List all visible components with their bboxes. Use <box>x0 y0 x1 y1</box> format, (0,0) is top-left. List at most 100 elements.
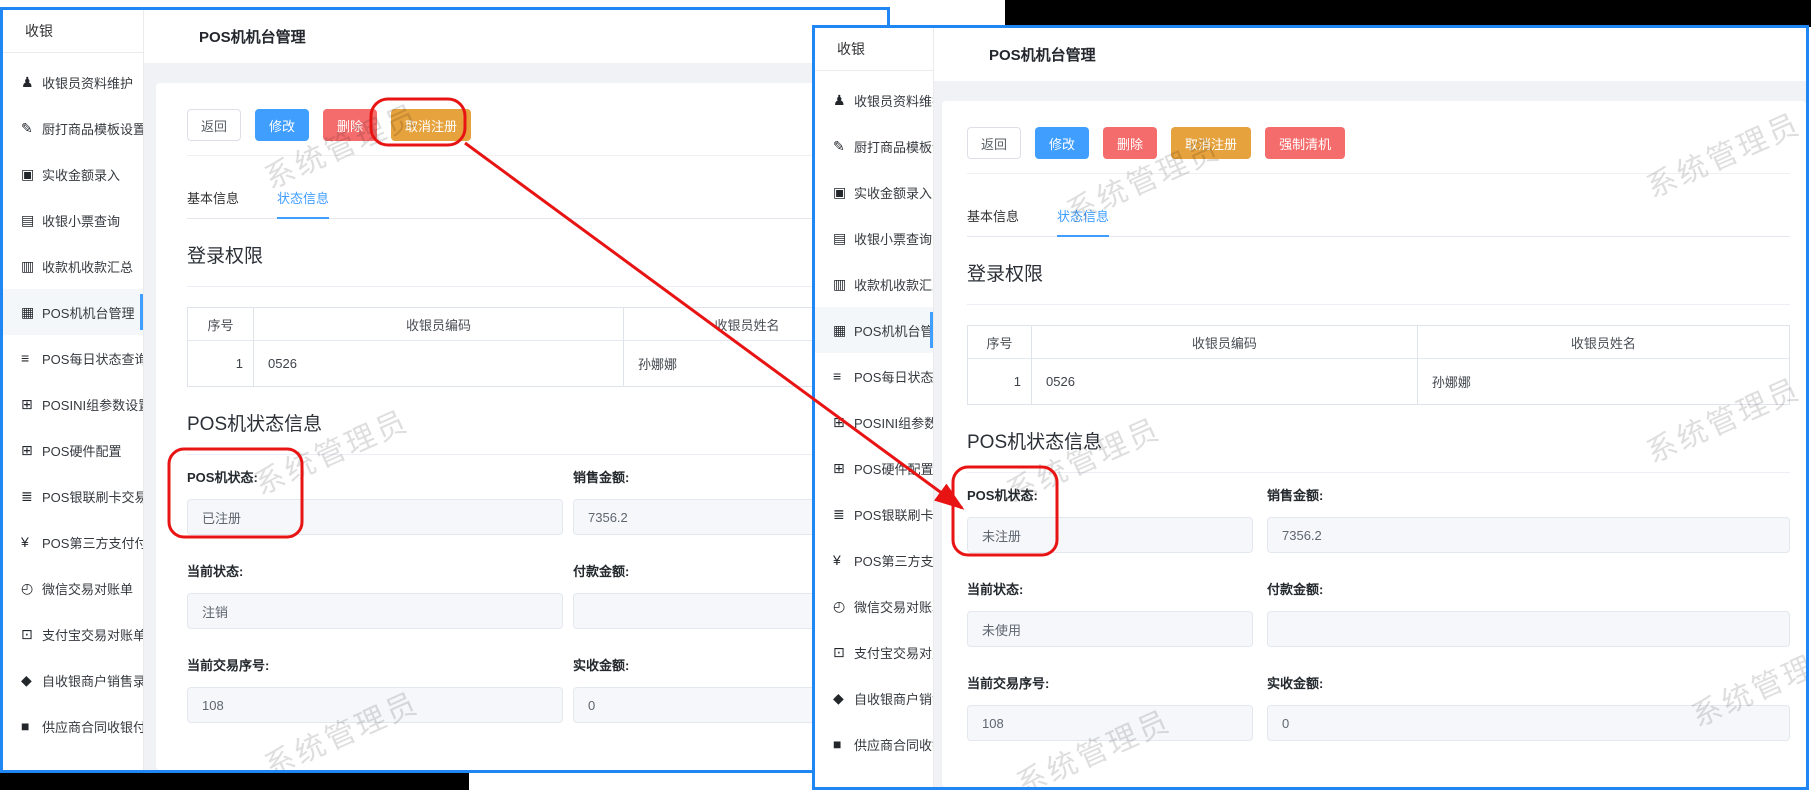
section-login-permission-title: 登录权限 <box>187 246 264 267</box>
sidebar-item-pos-terminal-mgmt[interactable]: ▦ POS机机台管理 <box>815 307 933 353</box>
sidebar-item-pos-daily-status[interactable]: ≡ POS每日状态查询 <box>3 335 143 381</box>
page-title: POS机机台管理 <box>144 10 887 63</box>
cancel-register-button[interactable]: 取消注册 <box>1171 127 1252 159</box>
delete-button[interactable]: 删除 <box>1103 127 1158 159</box>
field-current-status: 当前状态: 注销 <box>187 561 563 629</box>
field-label: 当前交易序号: <box>187 658 270 673</box>
sidebar-item-pos-thirdparty-pay[interactable]: ¥ POS第三方支付付... <box>815 537 933 583</box>
main-area: POS机机台管理 返回 修改 删除 取消注册 基本信息 状态信息 登录权限 序号… <box>144 10 887 770</box>
sidebar-item-label: 实收金额录入 <box>42 167 121 183</box>
sidebar-item-label: POS机机台管理 <box>854 323 933 339</box>
delete-button[interactable]: 删除 <box>323 109 378 141</box>
modify-button[interactable]: 修改 <box>1035 127 1090 159</box>
table-cell-seq: 1 <box>968 359 1032 404</box>
cancel-register-button[interactable]: 取消注册 <box>391 109 472 141</box>
field-current-status: 当前状态: 未使用 <box>967 579 1253 647</box>
tab-basic-info[interactable]: 基本信息 <box>967 206 1019 236</box>
field-received-amount: 实收金额: 0 <box>1267 673 1790 741</box>
sidebar-item-label: POS机机台管理 <box>42 305 135 321</box>
content-card: 返回 修改 删除 取消注册 基本信息 状态信息 登录权限 序号 收银员编码 收银… <box>156 83 887 770</box>
sidebar-item-supplier-contract-pay[interactable]: ■ 供应商合同收银付... <box>815 721 933 767</box>
sidebar-item-label: POS每日状态查询 <box>854 369 933 385</box>
divider <box>967 173 1790 174</box>
sidebar-item-label: 收银员资料维护 <box>42 75 134 91</box>
column-header-cashier-name: 收银员姓名 <box>1417 326 1789 359</box>
divider <box>187 155 871 156</box>
sidebar-item-wechat-bill[interactable]: ◴ 微信交易对账单 <box>3 565 143 611</box>
sidebar-item-alipay-bill[interactable]: ⊡ 支付宝交易对账单 <box>815 629 933 675</box>
sidebar-item-kitchen-template[interactable]: ✎ 厨打商品模板设置 <box>815 123 933 169</box>
sidebar-item-pos-unionpay-trans[interactable]: ≣ POS银联刷卡交易... <box>815 491 933 537</box>
sidebar-item-receipt-query[interactable]: ▤ 收银小票查询 <box>815 215 933 261</box>
sidebar-item-label: 厨打商品模板设置 <box>42 121 143 137</box>
sidebar-item-register-summary[interactable]: ▥ 收款机收款汇总 <box>815 261 933 307</box>
sidebar-item-supplier-contract-pay[interactable]: ■ 供应商合同收银付... <box>3 703 143 749</box>
login-permission-table: 序号 收银员编码 收银员姓名 1 0526 孙娜娜 <box>967 325 1790 405</box>
gauge-icon: ◴ <box>21 579 34 596</box>
alipay-icon: ⊡ <box>833 643 845 660</box>
toolbar: 返回 修改 删除 取消注册 强制清机 <box>967 127 1790 159</box>
copy-icon: ▣ <box>21 165 35 182</box>
sidebar-item-received-amount-entry[interactable]: ▣ 实收金额录入 <box>3 151 143 197</box>
sidebar-item-alipay-bill[interactable]: ⊡ 支付宝交易对账单 <box>3 611 143 657</box>
sidebar-item-posini-params[interactable]: ⊞ POSINI组参数设置 <box>3 381 143 427</box>
sidebar-item-label: 收银小票查询 <box>854 231 933 247</box>
sidebar-item-cashier-profile[interactable]: ♟ 收银员资料维护 <box>815 77 933 123</box>
user-icon: ♟ <box>833 91 846 108</box>
modify-button[interactable]: 修改 <box>255 109 310 141</box>
tag-icon: ◆ <box>833 689 844 706</box>
sidebar-item-label: 收款机收款汇总 <box>42 259 134 275</box>
tag-icon: ◆ <box>21 671 32 688</box>
section-pos-status-title: POS机状态信息 <box>187 414 323 435</box>
table-cell-cashier-code: 0526 <box>254 341 624 386</box>
grid-icon: ⊞ <box>21 395 33 412</box>
tab-bar: 基本信息 状态信息 <box>967 206 1790 237</box>
sidebar-item-label: 实收金额录入 <box>854 185 933 201</box>
sidebar-item-received-amount-entry[interactable]: ▣ 实收金额录入 <box>815 169 933 215</box>
sidebar-item-label: 供应商合同收银付... <box>854 737 933 753</box>
sidebar-item-pos-terminal-mgmt[interactable]: ▦ POS机机台管理 <box>3 289 143 335</box>
tab-status-info[interactable]: 状态信息 <box>277 188 330 219</box>
sidebar-item-pos-unionpay-trans[interactable]: ≣ POS银联刷卡交易... <box>3 473 143 519</box>
divider <box>967 472 1790 473</box>
sidebar-item-kitchen-template[interactable]: ✎ 厨打商品模板设置 <box>3 105 143 151</box>
sidebar-item-self-cashier-sales[interactable]: ◆ 自收银商户销售录入 <box>815 675 933 721</box>
back-button[interactable]: 返回 <box>187 109 242 141</box>
sidebar-item-pos-thirdparty-pay[interactable]: ¥ POS第三方支付付... <box>3 519 143 565</box>
field-payment-amount: 付款金额: <box>1267 579 1790 647</box>
tab-basic-info[interactable]: 基本信息 <box>187 188 239 218</box>
sidebar-item-pos-daily-status[interactable]: ≡ POS每日状态查询 <box>815 353 933 399</box>
sidebar-item-pos-hardware-config[interactable]: ⊞ POS硬件配置 <box>815 445 933 491</box>
content-card: 返回 修改 删除 取消注册 强制清机 基本信息 状态信息 登录权限 序号 收银员… <box>942 101 1806 787</box>
sidebar-item-label: 供应商合同收银付... <box>42 719 143 735</box>
main-area: POS机机台管理 返回 修改 删除 取消注册 强制清机 基本信息 状态信息 登录… <box>934 28 1806 787</box>
divider <box>187 454 871 455</box>
sidebar-item-self-cashier-sales[interactable]: ◆ 自收银商户销售录入 <box>3 657 143 703</box>
sidebar-item-pos-hardware-config[interactable]: ⊞ POS硬件配置 <box>3 427 143 473</box>
status-fields: POS机状态: 已注册 销售金额: 7356.2 当前状态: 注销 付款金额: <box>187 467 871 749</box>
back-button[interactable]: 返回 <box>967 127 1022 159</box>
sidebar-item-wechat-bill[interactable]: ◴ 微信交易对账单 <box>815 583 933 629</box>
tab-status-info[interactable]: 状态信息 <box>1057 206 1110 237</box>
sidebar-item-posini-params[interactable]: ⊞ POSINI组参数设置 <box>815 399 933 445</box>
sidebar-item-cashier-profile[interactable]: ♟ 收银员资料维护 <box>3 59 143 105</box>
tab-bar: 基本信息 状态信息 <box>187 188 871 219</box>
field-pos-register-status: POS机状态: 未注册 <box>967 485 1253 553</box>
black-filler-bar-top <box>1005 0 1811 27</box>
force-clear-button[interactable]: 强制清机 <box>1265 127 1346 159</box>
current-trans-seq-input: 108 <box>967 705 1253 741</box>
sidebar-item-label: 自收银商户销售录入 <box>854 691 933 707</box>
sidebar-item-label: 自收银商户销售录入 <box>42 673 143 689</box>
sidebar-item-label: POS银联刷卡交易... <box>42 489 143 505</box>
received-amount-input: 0 <box>1267 705 1790 741</box>
summary-doc-icon: ▥ <box>833 275 847 292</box>
current-status-input: 注销 <box>187 593 563 629</box>
current-status-input: 未使用 <box>967 611 1253 647</box>
sidebar-item-receipt-query[interactable]: ▤ 收银小票查询 <box>3 197 143 243</box>
grid-icon: ⊞ <box>21 441 33 458</box>
column-header-cashier-code: 收银员编码 <box>1032 326 1418 359</box>
pos-machine-icon: ▦ <box>833 321 847 338</box>
divider <box>187 286 871 287</box>
sidebar-item-register-summary[interactable]: ▥ 收款机收款汇总 <box>3 243 143 289</box>
sidebar-menu: ♟ 收银员资料维护 ✎ 厨打商品模板设置 ▣ 实收金额录入 ▤ 收银小票查询 ▥ 收款机收… <box>3 53 143 749</box>
